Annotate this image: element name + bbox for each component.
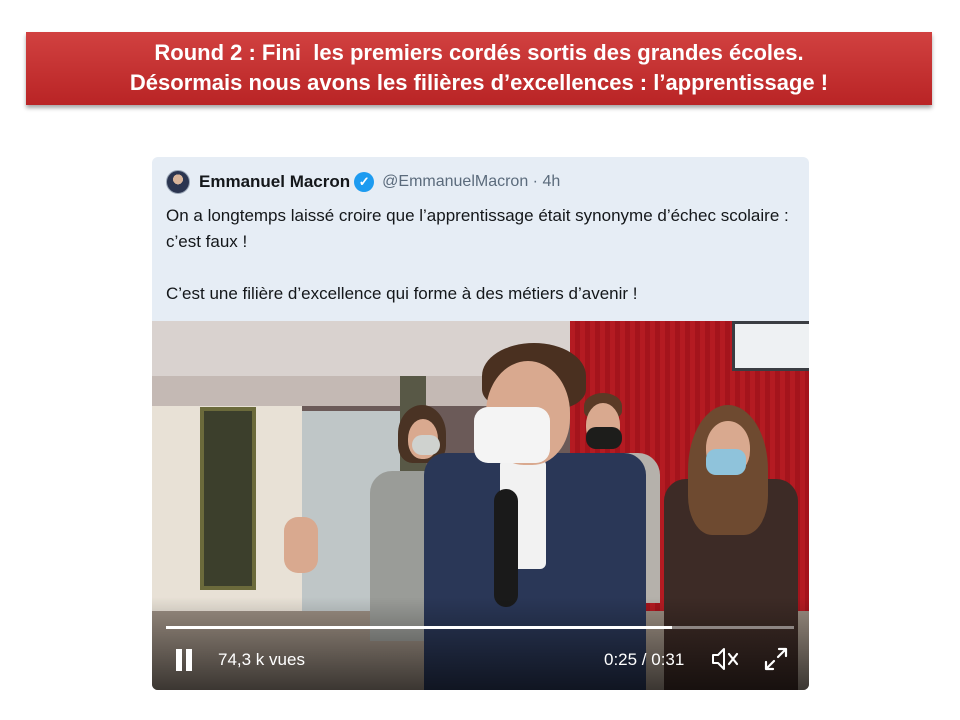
mute-icon[interactable] (710, 645, 740, 673)
banner-line-1: Round 2 : Fini les premiers cordés sorti… (154, 40, 804, 65)
video-controls-bar (152, 597, 809, 690)
author-name[interactable]: Emmanuel Macron (199, 172, 350, 192)
video-scene-door (200, 407, 256, 590)
tweet-paragraph-1: On a longtemps laissé croire que l’appre… (166, 206, 789, 251)
banner-line-2: Désormais nous avons les filières d’exce… (129, 70, 829, 95)
title-banner: Round 2 : Fini les premiers cordés sorti… (26, 32, 932, 105)
tweet-paragraph-2: C’est une filière d’excellence qui forme… (166, 284, 638, 303)
progress-bar[interactable] (166, 626, 794, 629)
verified-badge-icon: ✓ (354, 172, 375, 192)
fullscreen-icon[interactable] (762, 645, 790, 673)
video-time: 0:25 / 0:31 (604, 650, 685, 669)
person-boy-mask (586, 427, 622, 449)
speaker-microphone (494, 489, 518, 607)
tweet-text: On a longtemps laissé croire que l’appre… (166, 203, 796, 307)
view-count: 74,3 k vues (218, 650, 305, 669)
video-player[interactable]: 74,3 k vues 0:25 / 0:31 (152, 321, 809, 690)
speaker-hand (284, 517, 318, 573)
person-girl-right-mask (706, 449, 746, 475)
avatar[interactable] (166, 170, 190, 194)
tweet-card[interactable]: Emmanuel Macron ✓ @EmmanuelMacron · 4h O… (152, 157, 809, 690)
progress-bar-fill (166, 626, 673, 629)
pause-icon[interactable] (174, 647, 194, 673)
person-girl-left-mask (412, 435, 440, 455)
video-scene-screen (732, 321, 809, 371)
author-handle[interactable]: @EmmanuelMacron · 4h (382, 173, 560, 191)
tweet-header: Emmanuel Macron ✓ @EmmanuelMacron · 4h (166, 169, 560, 195)
speaker-mask (474, 407, 550, 463)
